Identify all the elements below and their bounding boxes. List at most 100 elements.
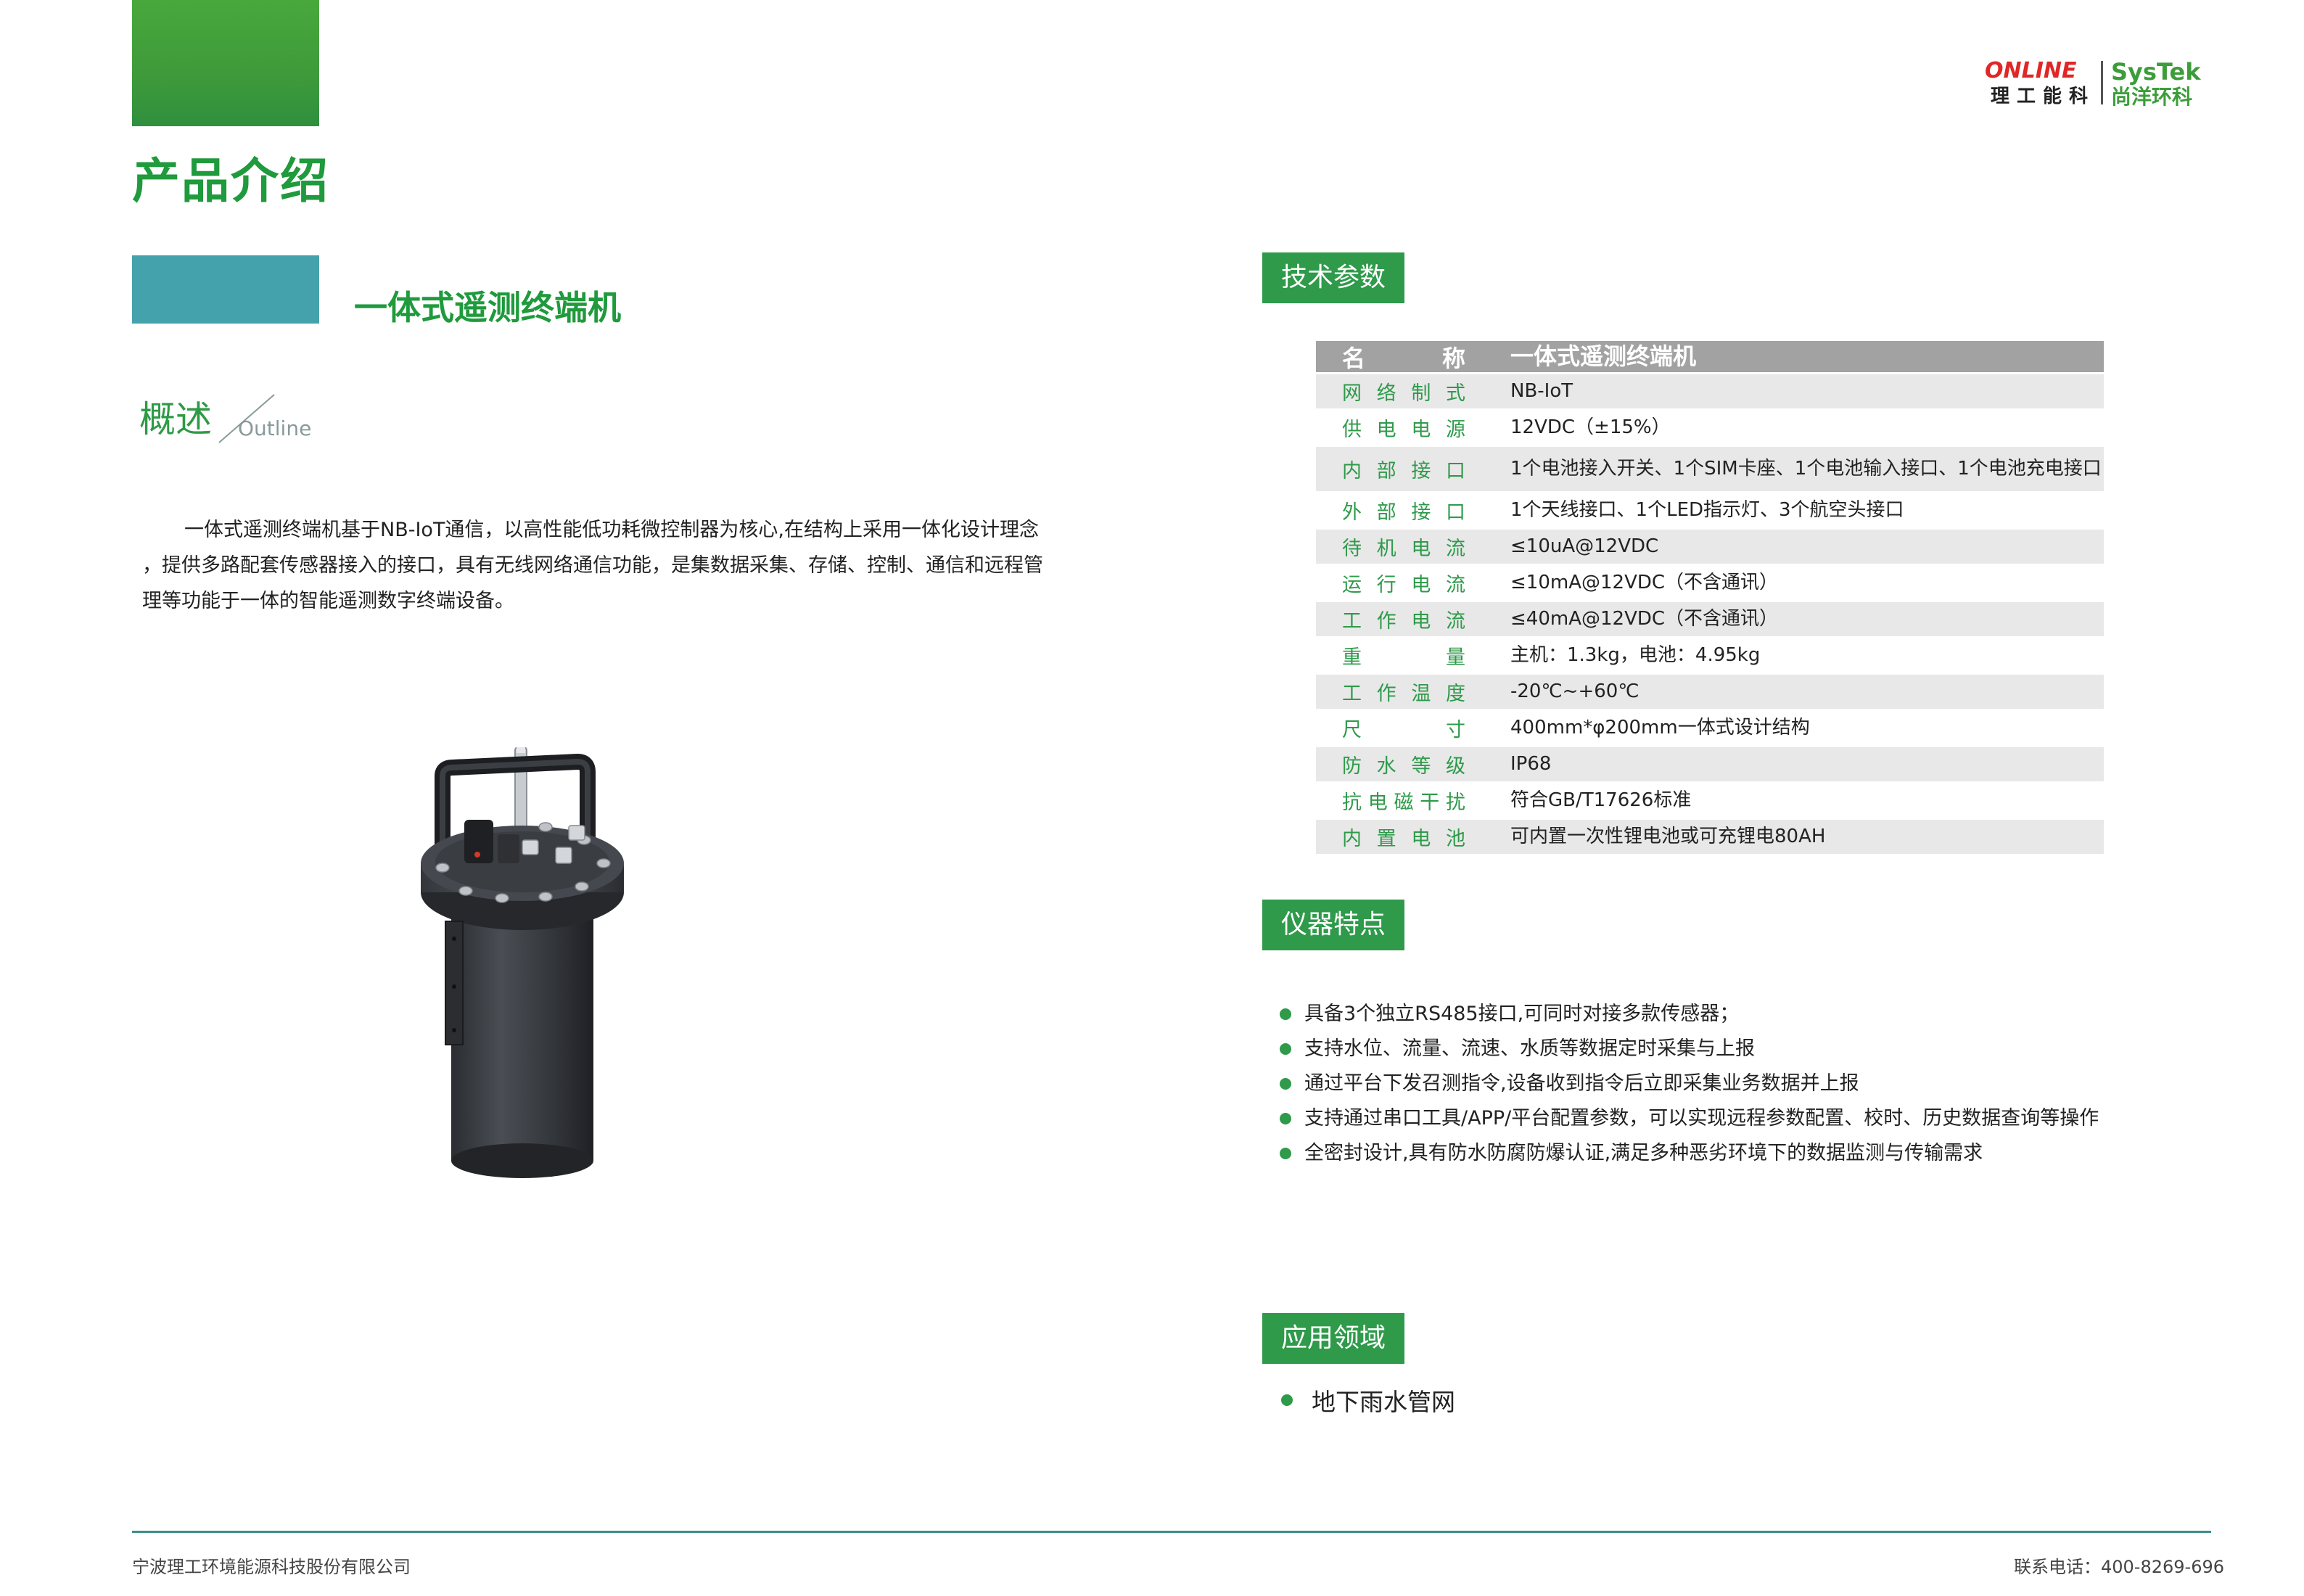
bullet-icon	[1281, 1394, 1293, 1406]
spec-value: -20℃~+60℃	[1510, 680, 1639, 702]
bullet-icon	[1280, 1113, 1291, 1124]
spec-value: 一体式遥测终端机	[1510, 342, 1697, 370]
spec-key-char: 口	[1445, 460, 1465, 482]
spec-key-char: 电	[1411, 538, 1431, 560]
spec-table-row: 网络制式 NB-IoT	[1316, 374, 2104, 411]
spec-key-char: 重	[1342, 646, 1362, 669]
spec-key-char: 电	[1367, 791, 1388, 814]
spec-table-row: 尺寸 400mm*φ200mm一体式设计结构	[1316, 711, 2104, 747]
spec-key-char: 内	[1342, 828, 1362, 850]
spec-table-row: 运行电流 ≤10mA@12VDC（不含通讯）	[1316, 566, 2104, 602]
spec-value: 400mm*φ200mm一体式设计结构	[1510, 717, 1810, 739]
spec-table-row: 工作温度 -20℃~+60℃	[1316, 675, 2104, 711]
spec-key-char: 级	[1445, 755, 1465, 778]
spec-key-char: 磁	[1394, 791, 1414, 814]
spec-value: 主机：1.3kg，电池：4.95kg	[1510, 644, 1761, 666]
bullet-icon	[1280, 1078, 1291, 1090]
spec-key-char: 流	[1445, 538, 1465, 560]
spec-key-char: 作	[1376, 610, 1396, 633]
bullet-icon	[1280, 1008, 1291, 1020]
spec-value: 可内置一次性锂电池或可充锂电80AH	[1510, 826, 1826, 847]
spec-table-row: 待机电流 ≤10uA@12VDC	[1316, 530, 2104, 566]
spec-key: 网络制式	[1316, 377, 1490, 406]
spec-key-char: 寸	[1446, 719, 1465, 741]
logo-online: ONLINE	[1985, 58, 2077, 83]
footer-divider	[132, 1531, 2211, 1533]
spec-value: ≤10mA@12VDC（不含通讯）	[1510, 572, 1779, 593]
spec-table-row: 外部接口 1个天线接口、1个LED指示灯、3个航空头接口	[1316, 493, 2104, 530]
features-section-tag: 仪器特点	[1262, 900, 1404, 950]
spec-key-char: 式	[1445, 382, 1465, 405]
spec-key-char: 工	[1342, 683, 1362, 705]
spec-key: 供电电源	[1316, 414, 1490, 442]
spec-key-char: 干	[1420, 791, 1440, 814]
logo-divider	[2101, 61, 2103, 104]
feature-text: 支持通过串口工具/APP/平台配置参数，可以实现远程参数配置、校时、历史数据查询…	[1304, 1107, 2099, 1130]
spec-key-char: 行	[1376, 574, 1396, 596]
spec-key-char: 电	[1411, 828, 1431, 850]
spec-key: 待机电流	[1316, 532, 1490, 561]
spec-key-char: 抗	[1342, 791, 1362, 814]
spec-value: 1个天线接口、1个LED指示灯、3个航空头接口	[1510, 499, 1904, 521]
spec-key-char: 池	[1445, 828, 1465, 850]
feature-item: 全密封设计,具有防水防腐防爆认证,满足多种恶劣环境下的数据监测与传输需求	[1277, 1136, 2147, 1171]
intro-line: ，提供多路配套传感器接入的接口，具有无线网络通信功能，是集数据采集、存储、控制、…	[142, 554, 1043, 577]
spec-table-row: 供电电源 12VDC（±15%）	[1316, 411, 2104, 447]
footer-company: 宁波理工环境能源科技股份有限公司	[132, 1557, 411, 1577]
spec-value: NB-IoT	[1510, 380, 1573, 402]
spec-key: 尺寸	[1316, 714, 1490, 742]
spec-key: 抗电磁干扰	[1316, 786, 1490, 815]
header-teal-block	[132, 255, 319, 324]
spec-key: 工作电流	[1316, 605, 1490, 633]
spec-key-char: 运	[1342, 574, 1362, 596]
feature-item: 支持水位、流量、流速、水质等数据定时采集与上报	[1277, 1032, 2147, 1066]
spec-key: 内部接口	[1316, 455, 1490, 483]
feature-text: 具备3个独立RS485接口,可同时对接多款传感器；	[1304, 1003, 1740, 1025]
application-section-tag: 应用领域	[1262, 1313, 1404, 1364]
product-name: 一体式遥测终端机	[354, 288, 621, 327]
header-green-block	[132, 0, 319, 126]
spec-value: ≤10uA@12VDC	[1510, 535, 1659, 557]
spec-table-row: 工作电流 ≤40mA@12VDC（不含通讯）	[1316, 602, 2104, 638]
outline-heading: 概述	[139, 398, 212, 440]
page-title: 产品介绍	[132, 153, 329, 209]
spec-key-char: 内	[1342, 460, 1362, 482]
spec-value: 1个电池接入开关、1个SIM卡座、1个电池输入接口、1个电池充电接口	[1510, 458, 2102, 480]
spec-key: 运行电流	[1316, 569, 1490, 597]
spec-table: 名称一体式遥测终端机网络制式 NB-IoT 供电电源 12VDC（±15%）内部接口 1…	[1316, 341, 2104, 856]
spec-key: 名称	[1316, 340, 1490, 374]
features-list: 具备3个独立RS485接口,可同时对接多款传感器； 支持水位、流量、流速、水质等数…	[1277, 997, 2147, 1171]
spec-key-char: 接	[1411, 460, 1431, 482]
spec-key-char: 电	[1411, 574, 1431, 596]
spec-key-char: 络	[1376, 382, 1396, 405]
spec-key-char: 源	[1445, 419, 1465, 441]
feature-text: 通过平台下发召测指令,设备收到指令后立即采集业务数据并上报	[1304, 1072, 1859, 1095]
spec-key-char: 网	[1342, 382, 1362, 405]
feature-text: 全密封设计,具有防水防腐防爆认证,满足多种恶劣环境下的数据监测与传输需求	[1304, 1142, 1983, 1164]
logo-online-zh: 理工能科	[1991, 86, 2096, 107]
feature-text: 支持水位、流量、流速、水质等数据定时采集与上报	[1304, 1037, 1755, 1060]
spec-key-char: 量	[1446, 646, 1465, 669]
spec-key: 内置电池	[1316, 823, 1490, 851]
spec-table-row: 内部接口 1个电池接入开关、1个SIM卡座、1个电池输入接口、1个电池充电接口	[1316, 447, 2104, 493]
spec-table-row: 内置电池可内置一次性锂电池或可充锂电80AH	[1316, 820, 2104, 856]
bullet-icon	[1280, 1148, 1291, 1159]
spec-key-char: 机	[1376, 538, 1396, 560]
product-image	[421, 747, 624, 1178]
spec-key: 防水等级	[1316, 750, 1490, 778]
spec-value: 12VDC（±15%）	[1510, 416, 1671, 438]
spec-key-char: 制	[1411, 382, 1431, 405]
feature-item: 具备3个独立RS485接口,可同时对接多款传感器；	[1277, 997, 2147, 1032]
spec-key-char: 电	[1411, 419, 1431, 441]
spec-key: 外部接口	[1316, 496, 1490, 525]
intro-line: 理等功能于一体的智能遥测数字终端设备。	[142, 590, 514, 612]
spec-key-char: 电	[1411, 610, 1431, 633]
spec-key-char: 口	[1445, 501, 1465, 524]
spec-key-char: 供	[1342, 419, 1362, 441]
application-item: 地下雨水管网	[1277, 1383, 1747, 1418]
spec-key-char: 接	[1411, 501, 1431, 524]
outline-subheading: Outline	[238, 416, 312, 440]
spec-key-char: 防	[1342, 755, 1362, 778]
logo-systek-zh: 尚洋环科	[2111, 85, 2193, 109]
spec-key-char: 扰	[1446, 791, 1465, 814]
